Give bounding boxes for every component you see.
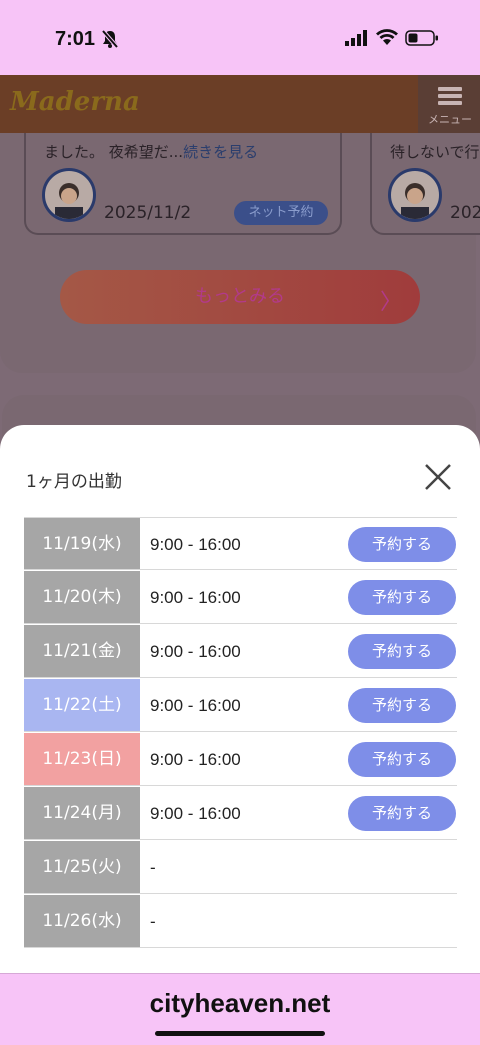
status-bar: 7:01 [0,0,480,75]
site-logo[interactable]: Maderna [10,87,140,117]
schedule-date: 11/19(水) [24,518,140,569]
show-more-label: もっとみる [195,286,285,307]
schedule-hours: 9:00 - 16:00 [150,804,241,823]
net-reservation-badge: ネット予約 [234,201,328,225]
review-card[interactable]: 待しないで行 202 [370,133,480,235]
avatar [388,168,442,222]
person-icon [55,183,83,219]
schedule-row: 11/23(日) 9:00 - 16:00 予約する [24,733,457,786]
schedule-hours: 9:00 - 16:00 [150,588,241,607]
schedule-hours: - [150,912,156,931]
schedule-hours: 9:00 - 16:00 [150,535,241,554]
review-snippet: 待しないで行 [390,143,480,161]
site-header: Maderna メニュー [0,75,480,133]
schedule-row: 11/22(土) 9:00 - 16:00 予約する [24,679,457,732]
schedule-row: 11/26(水) - [24,895,457,948]
schedule-date: 11/25(火) [24,841,140,893]
schedule-date: 11/24(月) [24,787,140,839]
avatar [42,168,96,222]
domain-label: cityheaven.net [149,988,331,1018]
schedule-date: 11/21(金) [24,625,140,677]
schedule-row: 11/24(月) 9:00 - 16:00 予約する [24,787,457,840]
schedule-hours: 9:00 - 16:00 [150,642,241,661]
review-date: 2025/11/2 [104,203,192,223]
wifi-icon [376,29,398,45]
schedule-hours: 9:00 - 16:00 [150,696,241,715]
chevron-right-icon: 〉 [379,290,402,315]
schedule-hours: - [150,858,156,877]
hamburger-icon [438,87,462,105]
reserve-button[interactable]: 予約する [348,796,456,831]
reserve-button[interactable]: 予約する [348,580,456,615]
schedule-date: 11/23(日) [24,733,140,785]
show-more-button[interactable]: もっとみる 〉 [60,270,420,324]
person-icon [401,183,429,219]
reserve-button[interactable]: 予約する [348,688,456,723]
review-snippet: ました。 夜希望だ...続きを見る [44,143,259,161]
reserve-button[interactable]: 予約する [348,527,456,562]
read-more-link[interactable]: 続きを見る [183,143,258,161]
review-date: 202 [450,203,480,223]
battery-icon [405,30,438,46]
schedule-modal: 1ヶ月の出勤 11/19(水) 9:00 - 16:00 予約する 11/20(木) 9… [0,425,480,973]
schedule-row: 11/25(火) - [24,841,457,894]
modal-title: 1ヶ月の出勤 [26,472,122,492]
menu-label: メニュー [428,113,472,126]
schedule-date: 11/22(土) [24,679,140,731]
reserve-button[interactable]: 予約する [348,742,456,777]
reserve-button[interactable]: 予約する [348,634,456,669]
status-time: 7:01 [55,28,96,50]
home-indicator [155,1031,325,1036]
bell-muted-icon [101,29,119,49]
cellular-signal-icon [345,30,367,46]
schedule-date: 11/26(水) [24,895,140,947]
review-card[interactable]: ました。 夜希望だ...続きを見る 2025/11/2 ネット予約 [24,133,342,235]
schedule-row: 11/21(金) 9:00 - 16:00 予約する [24,625,457,678]
close-icon[interactable] [420,459,456,495]
schedule-row: 11/20(木) 9:00 - 16:00 予約する [24,571,457,624]
browser-address-bar[interactable]: cityheaven.net [0,973,480,1045]
schedule-row: 11/19(水) 9:00 - 16:00 予約する [24,517,457,570]
schedule-hours: 9:00 - 16:00 [150,750,241,769]
schedule-date: 11/20(木) [24,571,140,623]
